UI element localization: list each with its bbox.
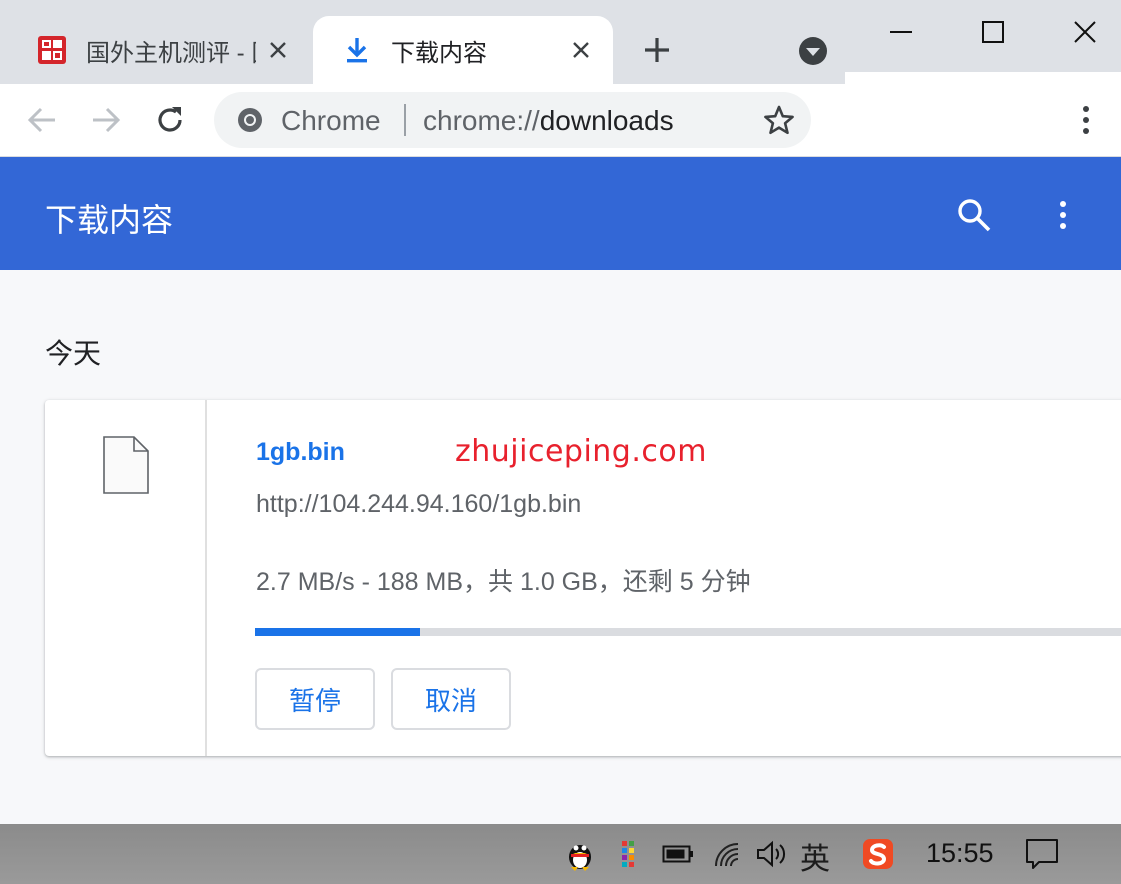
card-divider [205, 400, 207, 756]
progress-bar [255, 628, 1121, 636]
date-group-heading: 今天 [45, 338, 102, 369]
more-vert-icon [1060, 201, 1066, 229]
pause-button[interactable]: 暂停 [255, 668, 375, 730]
cancel-button[interactable]: 取消 [391, 668, 511, 730]
ime-language-indicator[interactable]: 英 [800, 834, 830, 878]
qq-icon[interactable] [562, 836, 598, 872]
watermark-text: zhujiceping.com [455, 434, 707, 469]
tab-downloads[interactable]: 下载内容 [313, 16, 613, 84]
browser-menu-button[interactable] [1072, 102, 1100, 138]
address-bar[interactable]: Chrome chrome://downloads [214, 92, 811, 148]
window-close-button[interactable] [1060, 12, 1110, 52]
tab-zhujiceping[interactable]: 国外主机测评 - 国 [14, 16, 310, 84]
downloads-menu-button[interactable] [1048, 195, 1078, 235]
browser-toolbar: Chrome chrome://downloads [0, 84, 1121, 157]
back-button[interactable] [24, 102, 60, 138]
volume-icon[interactable] [754, 836, 790, 872]
tab-search-button[interactable] [796, 34, 830, 68]
download-item-card: 1gb.bin zhujiceping.com http://104.244.9… [45, 400, 1121, 756]
tab-title: 下载内容 [391, 39, 487, 67]
seal-icon [36, 34, 68, 66]
progress-fill [255, 628, 421, 636]
reload-button[interactable] [152, 102, 188, 138]
file-icon [103, 436, 149, 494]
window-controls-background [845, 72, 1121, 84]
file-name-link[interactable]: 1gb.bin [256, 438, 345, 467]
colorful-grid-icon[interactable] [612, 836, 648, 872]
windows-taskbar: 英 15:55 [0, 824, 1121, 884]
tab-title: 国外主机测评 - 国 [86, 39, 256, 67]
page-title: 下载内容 [45, 202, 174, 238]
search-icon[interactable] [954, 195, 994, 235]
battery-icon[interactable] [660, 836, 696, 872]
arrow-left-icon [27, 107, 55, 133]
source-url[interactable]: http://104.244.94.160/1gb.bin [256, 490, 581, 519]
chrome-icon [238, 108, 262, 132]
downloads-header: 下载内容 [0, 157, 1121, 270]
new-tab-button[interactable] [640, 33, 674, 67]
url-text[interactable]: chrome://downloads [423, 105, 674, 137]
tab-strip: 国外主机测评 - 国 下载内容 [0, 0, 1121, 84]
minimize-button[interactable] [876, 12, 926, 52]
url-host: downloads [539, 105, 674, 136]
star-icon[interactable] [763, 104, 795, 136]
close-icon[interactable] [567, 36, 595, 64]
wifi-icon[interactable] [710, 836, 746, 872]
clock[interactable]: 15:55 [926, 838, 994, 869]
maximize-button[interactable] [968, 12, 1018, 52]
download-status: 2.7 MB/s - 188 MB，共 1.0 GB，还剩 5 分钟 [256, 568, 751, 596]
forward-button[interactable] [88, 102, 124, 138]
notification-icon[interactable] [1024, 836, 1060, 872]
site-chip: Chrome [281, 105, 381, 136]
close-icon[interactable] [264, 36, 292, 64]
arrow-right-icon [93, 107, 121, 133]
more-vert-icon [1083, 106, 1089, 134]
chip-separator [404, 104, 406, 136]
url-scheme: chrome:// [423, 105, 540, 136]
sogou-icon[interactable] [860, 836, 896, 872]
reload-icon [158, 107, 182, 132]
download-icon [341, 34, 373, 66]
